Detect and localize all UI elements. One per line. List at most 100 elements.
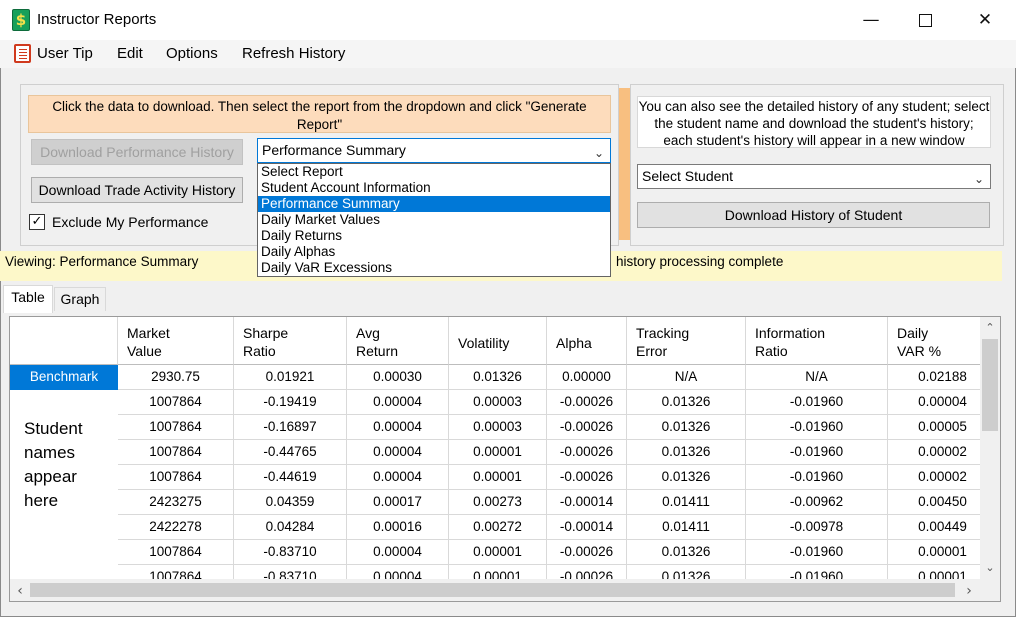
grid-cell-daily-var[interactable]: 0.00001 (888, 565, 980, 579)
report-option-daily-alphas[interactable]: Daily Alphas (258, 244, 610, 260)
grid-cell-avg-return[interactable]: 0.00016 (347, 515, 449, 540)
menu-user-tip[interactable]: User Tip (37, 45, 93, 62)
student-select[interactable]: Select Student ⌄ (637, 164, 991, 189)
grid-cell-volatility[interactable]: 0.00001 (449, 440, 547, 465)
scroll-up-icon[interactable]: ⌃ (981, 321, 999, 334)
menu-edit[interactable]: Edit (117, 45, 143, 62)
grid-cell-volatility[interactable]: 0.00272 (449, 515, 547, 540)
grid-cell-sharpe-ratio[interactable]: -0.83710 (234, 540, 347, 565)
maximize-button[interactable] (902, 0, 948, 40)
report-option-daily-market-values[interactable]: Daily Market Values (258, 212, 610, 228)
grid-cell-market-value[interactable]: 2930.75 (118, 365, 234, 390)
grid-cell-avg-return[interactable]: 0.00030 (347, 365, 449, 390)
grid-cell-market-value[interactable]: 2423275 (118, 490, 234, 515)
grid-cell-alpha[interactable]: -0.00026 (547, 565, 627, 579)
grid-cell-daily-var[interactable]: 0.00002 (888, 465, 980, 490)
grid-cell-daily-var[interactable]: 0.00004 (888, 390, 980, 415)
download-performance-history-button[interactable]: Download Performance History (31, 139, 243, 165)
grid-cell-sharpe-ratio[interactable]: 0.04284 (234, 515, 347, 540)
grid-cell-alpha[interactable]: -0.00014 (547, 515, 627, 540)
column-header-market-value[interactable]: Market Value (118, 317, 234, 365)
grid-cell-daily-var[interactable]: 0.00005 (888, 415, 980, 440)
grid-cell-tracking-error[interactable]: 0.01411 (627, 515, 746, 540)
grid-cell-daily-var[interactable]: 0.02188 (888, 365, 980, 390)
grid-cell-alpha[interactable]: -0.00026 (547, 540, 627, 565)
column-header-sharpe-ratio[interactable]: Sharpe Ratio (234, 317, 347, 365)
minimize-button[interactable]: — (848, 0, 894, 40)
grid-cell-daily-var[interactable]: 0.00001 (888, 540, 980, 565)
grid-cell-avg-return[interactable]: 0.00004 (347, 565, 449, 579)
grid-cell-market-value[interactable]: 1007864 (118, 540, 234, 565)
grid-cell-tracking-error[interactable]: 0.01326 (627, 565, 746, 579)
grid-cell-alpha[interactable]: 0.00000 (547, 365, 627, 390)
grid-cell-information-ratio[interactable]: -0.00978 (746, 515, 888, 540)
grid-cell-market-value[interactable]: 1007864 (118, 390, 234, 415)
grid-cell-tracking-error[interactable]: 0.01326 (627, 390, 746, 415)
column-header-information-ratio[interactable]: Information Ratio (746, 317, 888, 365)
menu-refresh-history[interactable]: Refresh History (242, 45, 345, 62)
grid-cell-tracking-error[interactable]: 0.01326 (627, 440, 746, 465)
grid-cell-alpha[interactable]: -0.00014 (547, 490, 627, 515)
grid-cell-volatility[interactable]: 0.00001 (449, 540, 547, 565)
grid-cell-information-ratio[interactable]: -0.01960 (746, 565, 888, 579)
scroll-down-icon[interactable]: ⌄ (981, 561, 999, 574)
grid-cell-alpha[interactable]: -0.00026 (547, 390, 627, 415)
report-option-performance-summary[interactable]: Performance Summary (258, 196, 610, 212)
report-select[interactable]: Performance Summary ⌄ (257, 138, 611, 163)
grid-cell-sharpe-ratio[interactable]: -0.83710 (234, 565, 347, 579)
grid-cell-volatility[interactable]: 0.00003 (449, 415, 547, 440)
column-header-tracking-error[interactable]: Tracking Error (627, 317, 746, 365)
tab-table[interactable]: Table (3, 285, 53, 313)
exclude-my-performance-checkbox[interactable]: ✓ (29, 214, 45, 230)
grid-cell-daily-var[interactable]: 0.00449 (888, 515, 980, 540)
close-button[interactable]: ✕ (962, 0, 1008, 40)
row-header[interactable] (10, 390, 118, 415)
report-option-daily-returns[interactable]: Daily Returns (258, 228, 610, 244)
vertical-scrollbar[interactable]: ⌃ ⌄ (980, 317, 1000, 579)
grid-cell-market-value[interactable]: 2422278 (118, 515, 234, 540)
grid-cell-tracking-error[interactable]: 0.01326 (627, 415, 746, 440)
report-option-student-account-information[interactable]: Student Account Information (258, 180, 610, 196)
download-trade-activity-history-button[interactable]: Download Trade Activity History (31, 177, 243, 203)
grid-cell-sharpe-ratio[interactable]: -0.19419 (234, 390, 347, 415)
grid-cell-avg-return[interactable]: 0.00004 (347, 440, 449, 465)
user-tip-icon[interactable] (14, 44, 31, 63)
grid-cell-sharpe-ratio[interactable]: 0.01921 (234, 365, 347, 390)
menu-options[interactable]: Options (166, 45, 218, 62)
tab-graph[interactable]: Graph (54, 287, 106, 311)
column-header-alpha[interactable]: Alpha (547, 317, 627, 365)
grid-cell-market-value[interactable]: 1007864 (118, 415, 234, 440)
vertical-scroll-thumb[interactable] (982, 339, 998, 431)
grid-cell-volatility[interactable]: 0.00001 (449, 565, 547, 579)
grid-cell-information-ratio[interactable]: -0.01960 (746, 440, 888, 465)
grid-cell-alpha[interactable]: -0.00026 (547, 440, 627, 465)
grid-cell-volatility[interactable]: 0.00273 (449, 490, 547, 515)
grid-cell-avg-return[interactable]: 0.00004 (347, 540, 449, 565)
grid-cell-sharpe-ratio[interactable]: -0.44619 (234, 465, 347, 490)
grid-cell-tracking-error[interactable]: 0.01326 (627, 540, 746, 565)
grid-cell-tracking-error[interactable]: N/A (627, 365, 746, 390)
column-header-avg-return[interactable]: Avg Return (347, 317, 449, 365)
grid-cell-information-ratio[interactable]: -0.01960 (746, 465, 888, 490)
download-history-of-student-button[interactable]: Download History of Student (637, 202, 990, 228)
column-header-volatility[interactable]: Volatility (449, 317, 547, 365)
grid-cell-information-ratio[interactable]: N/A (746, 365, 888, 390)
grid-cell-market-value[interactable]: 1007864 (118, 565, 234, 579)
grid-cell-information-ratio[interactable]: -0.00962 (746, 490, 888, 515)
grid-cell-sharpe-ratio[interactable]: -0.44765 (234, 440, 347, 465)
grid-cell-information-ratio[interactable]: -0.01960 (746, 415, 888, 440)
grid-cell-alpha[interactable]: -0.00026 (547, 415, 627, 440)
grid-cell-sharpe-ratio[interactable]: 0.04359 (234, 490, 347, 515)
grid-cell-information-ratio[interactable]: -0.01960 (746, 390, 888, 415)
grid-cell-volatility[interactable]: 0.00003 (449, 390, 547, 415)
row-header[interactable] (10, 540, 118, 565)
grid-cell-volatility[interactable]: 0.01326 (449, 365, 547, 390)
grid-cell-avg-return[interactable]: 0.00017 (347, 490, 449, 515)
row-header[interactable] (10, 565, 118, 579)
row-header[interactable] (10, 515, 118, 540)
row-header-benchmark[interactable]: Benchmark (10, 365, 118, 390)
grid-cell-avg-return[interactable]: 0.00004 (347, 390, 449, 415)
grid-cell-avg-return[interactable]: 0.00004 (347, 415, 449, 440)
grid-cell-market-value[interactable]: 1007864 (118, 440, 234, 465)
scroll-right-icon[interactable]: › (960, 583, 978, 599)
